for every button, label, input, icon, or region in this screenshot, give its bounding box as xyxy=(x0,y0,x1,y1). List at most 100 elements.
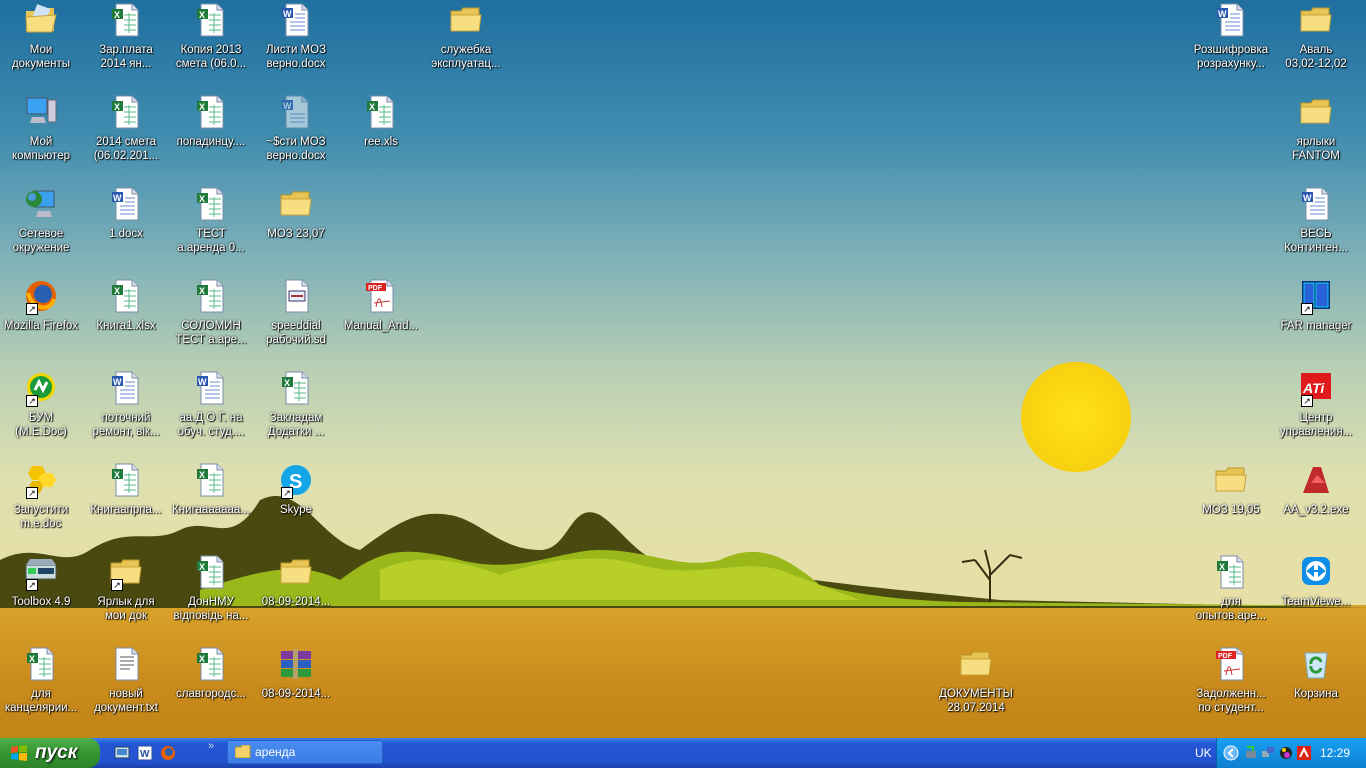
desktop-icon[interactable]: 08-09-2014... xyxy=(254,555,338,609)
desktop-icon[interactable]: МОЗ 19,05 xyxy=(1189,463,1273,517)
desktop-icon-label: Ярлык для мои док xyxy=(97,596,155,622)
skype-icon: S ↗ xyxy=(279,463,313,499)
desktop-icon[interactable]: X Книгааааааа... xyxy=(169,463,253,517)
desktop-icon[interactable]: ↗ БУМ (M.E.Doc) xyxy=(0,371,83,439)
desktop-icon[interactable]: X ДонНМУ відповідь на... xyxy=(169,555,253,623)
desktop-icon[interactable]: W ~$сти МОЗ верно.docx xyxy=(254,95,338,163)
desktop-icon-label: МОЗ 19,05 xyxy=(1202,504,1260,516)
desktop-icon[interactable]: X 2014 смета (06.02.201... xyxy=(84,95,168,163)
antivirus-icon[interactable] xyxy=(1279,746,1293,760)
desktop-icon[interactable]: ↗ Mozilla Firefox xyxy=(0,279,83,333)
desktop-icon[interactable]: 08-09-2014... xyxy=(254,647,338,701)
show-desktop-icon[interactable] xyxy=(114,745,130,761)
desktop-icon-label: FAR manager xyxy=(1280,320,1352,332)
desktop-icon-label: Центр управления... xyxy=(1279,412,1353,438)
desktop-icon[interactable]: Сетевое окружение xyxy=(0,187,83,255)
excel-icon: X xyxy=(24,647,58,681)
desktop-icon[interactable]: X Зар.плата 2014 ян... xyxy=(84,3,168,71)
folder-icon xyxy=(235,745,251,758)
desktop-icon[interactable]: Мой компьютер xyxy=(0,95,83,163)
desktop-icon[interactable]: ДОКУМЕНТЫ 28.07.2014 xyxy=(934,647,1018,715)
svg-text:X: X xyxy=(199,470,205,480)
svg-text:X: X xyxy=(199,194,205,204)
desktop-icon[interactable]: Корзина xyxy=(1274,647,1358,701)
desktop-icon[interactable]: Аваль 03,02-12,02 xyxy=(1274,3,1358,71)
desktop-icon[interactable]: Wаа.Д О Г. на обуч. студ.... xyxy=(169,371,253,439)
desktop-icon[interactable]: новый документ.txt xyxy=(84,647,168,715)
desktop-icon-label: Зар.плата 2014 ян... xyxy=(99,44,153,70)
desktop-icon[interactable]: ↗ Toolbox 4.9 xyxy=(0,555,83,609)
desktop-icon[interactable]: X СОЛОМИН ТЕСТ а.аре... xyxy=(169,279,253,347)
folder-icon: ↗ xyxy=(109,555,143,591)
desktop-icon[interactable]: ↗ FAR manager xyxy=(1274,279,1358,333)
desktop-icon[interactable]: X Книга1.xlsx xyxy=(84,279,168,333)
desktop-icon[interactable]: TeamViewe... xyxy=(1274,555,1358,609)
desktop-icon-label: Книгаапрпа... xyxy=(90,504,162,516)
desktop-icon[interactable]: ATi ↗ Центр управления... xyxy=(1274,371,1358,439)
network-icon[interactable] xyxy=(1244,746,1258,760)
desktop-icon[interactable]: X Копия 2013 смета (06.0... xyxy=(169,3,253,71)
folder-icon xyxy=(1299,3,1333,37)
desktop-icon[interactable]: Xдля опытов.аре... xyxy=(1189,555,1273,623)
desktop-icon-label: попадинцу.... xyxy=(176,136,246,148)
excel-icon: X xyxy=(194,95,228,129)
far-icon: ↗ xyxy=(1299,279,1333,315)
desktop-icon[interactable]: PDF Задолженн... по студент... xyxy=(1189,647,1273,715)
word-icon[interactable]: W xyxy=(137,745,153,761)
desktop-icon[interactable]: Xдля канцелярии... xyxy=(0,647,83,715)
desktop[interactable]: Мои документы X Зар.плата 2014 ян... X Копия… xyxy=(0,0,1366,738)
desktop-icon[interactable]: X ТЕСТ а.аренда 0... xyxy=(169,187,253,255)
folder-icon xyxy=(449,3,483,37)
desktop-icon[interactable]: МОЗ 23,07 xyxy=(254,187,338,241)
desktop-icon-label: Skype xyxy=(280,504,312,516)
taskbar-window-button[interactable]: аренда xyxy=(227,740,383,764)
firefox-icon[interactable] xyxy=(160,745,176,761)
window-title: аренда xyxy=(255,745,296,759)
show-hidden-icon[interactable] xyxy=(1223,745,1239,761)
windows-logo-icon xyxy=(11,745,27,761)
desktop-icon-label: Книгааааааа... xyxy=(172,504,250,516)
desktop-icon[interactable]: Xпопадинцу.... xyxy=(169,95,253,149)
desktop-icon[interactable]: ↗ Ярлык для мои док xyxy=(84,555,168,623)
computer-icon xyxy=(24,95,58,129)
excel-icon: X xyxy=(194,187,228,221)
desktop-icon-label: Аваль 03,02-12,02 xyxy=(1285,44,1347,70)
language-indicator[interactable]: UK xyxy=(1195,746,1212,760)
network-connection-icon[interactable] xyxy=(1261,746,1275,760)
desktop-icon[interactable]: speeddial рабочий.sd xyxy=(254,279,338,347)
desktop-icon-label: ДонНМУ відповідь на... xyxy=(173,596,249,622)
desktop-icon[interactable]: W Розшифровка розрахунку... xyxy=(1189,3,1273,71)
desktop-icon[interactable]: служебка эксплуатац... xyxy=(424,3,508,71)
shortcut-arrow-icon: ↗ xyxy=(26,487,38,499)
desktop-icon[interactable]: PDF Manual_And... xyxy=(339,279,423,333)
svg-text:X: X xyxy=(199,102,205,112)
quick-launch-overflow[interactable]: » xyxy=(208,740,214,752)
svg-text:X: X xyxy=(199,286,205,296)
desktop-icon[interactable]: S ↗ Skype xyxy=(254,463,338,517)
svg-text:PDF: PDF xyxy=(1218,653,1233,660)
clock[interactable]: 12:29 xyxy=(1320,746,1350,760)
shortcut-arrow-icon: ↗ xyxy=(111,579,123,591)
desktop-icon[interactable]: Xree.xls xyxy=(339,95,423,149)
desktop-icon[interactable]: Xславгородс... xyxy=(169,647,253,701)
desktop-icon[interactable]: Wпоточний ремонт, вік... xyxy=(84,371,168,439)
desktop-icon[interactable]: W 1.docx xyxy=(84,187,168,241)
desktop-icon[interactable]: W Листи МОЗ верно.docx xyxy=(254,3,338,71)
desktop-icon[interactable]: ярлыки FANTOM xyxy=(1274,95,1358,163)
desktop-icon[interactable]: W ВЕСЬ Континген... xyxy=(1274,187,1358,255)
desktop-icon[interactable]: ↗ Запустити m.e.doc xyxy=(0,463,83,531)
desktop-icon-label: AA_v3.2.exe xyxy=(1283,504,1349,516)
desktop-icon[interactable]: AA_v3.2.exe xyxy=(1274,463,1358,517)
desktop-icon-label: аа.Д О Г. на обуч. студ.... xyxy=(177,412,245,438)
start-button[interactable]: пуск xyxy=(0,738,100,768)
excel-icon: X xyxy=(194,3,228,37)
svg-text:X: X xyxy=(114,470,120,480)
desktop-icon[interactable]: Мои документы xyxy=(0,3,83,71)
svg-text:X: X xyxy=(199,654,205,664)
desktop-icon[interactable]: X Книгаапрпа... xyxy=(84,463,168,517)
svg-text:X: X xyxy=(199,562,205,572)
desktop-icon-label: ДОКУМЕНТЫ 28.07.2014 xyxy=(939,688,1013,714)
avira-icon[interactable] xyxy=(1297,746,1311,760)
desktop-icon[interactable]: X Закладам Додатки ... xyxy=(254,371,338,439)
desktop-icon-label: поточний ремонт, вік... xyxy=(92,412,160,438)
